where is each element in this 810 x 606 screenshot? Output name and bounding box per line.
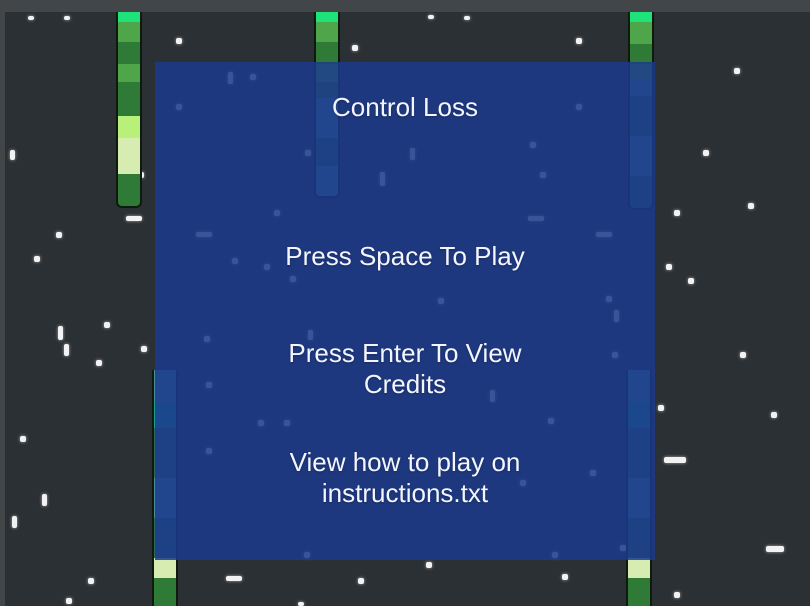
star xyxy=(58,326,63,340)
play-prompt: Press Space To Play xyxy=(285,241,525,271)
star xyxy=(666,264,672,270)
star xyxy=(658,405,664,411)
pillar-segment xyxy=(118,116,140,138)
pillar-segment xyxy=(630,44,652,64)
star xyxy=(734,68,740,74)
star xyxy=(748,203,754,209)
pillar-segment xyxy=(628,578,650,606)
star xyxy=(576,38,582,44)
game-title: Control Loss xyxy=(332,92,478,122)
pillar-segment xyxy=(118,82,140,102)
star xyxy=(688,278,694,284)
star xyxy=(426,562,432,568)
pillar-segment xyxy=(118,102,140,116)
pillar-segment xyxy=(118,174,140,206)
main-menu-overlay: Control Loss Press Space To Play Press E… xyxy=(155,62,655,560)
pillar-segment xyxy=(154,558,176,578)
pillar-segment xyxy=(118,42,140,64)
window-frame-top xyxy=(0,0,810,12)
star xyxy=(104,322,110,328)
star xyxy=(42,494,47,506)
pillar-segment xyxy=(118,12,140,22)
star xyxy=(34,256,40,262)
credits-prompt: Press Enter To View Credits xyxy=(288,338,522,399)
star xyxy=(56,232,62,238)
star xyxy=(10,150,15,160)
star xyxy=(562,574,568,580)
star xyxy=(20,436,26,442)
star xyxy=(28,16,34,20)
star xyxy=(766,546,784,552)
star xyxy=(96,360,102,366)
star xyxy=(88,578,94,584)
star xyxy=(352,45,358,51)
star xyxy=(64,344,69,356)
window-frame-left xyxy=(0,0,5,606)
star xyxy=(664,457,686,463)
star xyxy=(703,150,709,156)
game-screen: Control Loss Press Space To Play Press E… xyxy=(0,0,810,606)
pillar-segment xyxy=(154,578,176,606)
pillar-segment xyxy=(316,42,338,64)
pillar-segment xyxy=(118,138,140,174)
instructions-prompt: View how to play on instructions.txt xyxy=(289,447,521,508)
pillar-top xyxy=(116,12,142,208)
star xyxy=(66,598,72,604)
pillar-segment xyxy=(316,22,338,42)
star xyxy=(12,516,17,528)
star xyxy=(674,592,680,598)
pillar-segment xyxy=(628,558,650,578)
star xyxy=(298,602,304,606)
pillar-segment xyxy=(118,22,140,42)
pillar-segment xyxy=(630,22,652,44)
star xyxy=(428,15,434,19)
star xyxy=(126,216,142,221)
star xyxy=(176,38,182,44)
star xyxy=(771,412,777,418)
pillar-segment xyxy=(316,12,338,22)
pillar-segment xyxy=(118,64,140,82)
star xyxy=(64,16,70,20)
star xyxy=(740,352,746,358)
star xyxy=(358,578,364,584)
star xyxy=(464,16,470,20)
star xyxy=(226,576,242,581)
star xyxy=(141,346,147,352)
pillar-segment xyxy=(630,12,652,22)
star xyxy=(674,210,680,216)
